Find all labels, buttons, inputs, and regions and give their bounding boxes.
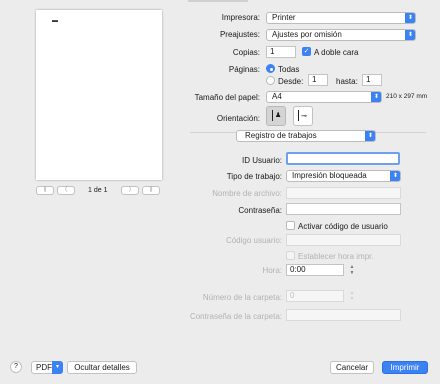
page-preview: ▬ (36, 10, 162, 180)
set-time-checkbox (286, 251, 295, 260)
chevron-updown-icon: ⬍ (390, 171, 400, 181)
last-page-button[interactable]: ⟫ (142, 186, 160, 195)
paper-size-label: Tamaño del papel: (194, 93, 260, 102)
prev-page-button[interactable]: ⟨ (57, 186, 75, 195)
job-type-select[interactable]: Impresión bloqueada ⬍ (286, 170, 401, 182)
orientation-label: Orientación: (216, 114, 260, 123)
pages-from-label: Desde: (278, 77, 304, 86)
person-icon: ♟ (275, 112, 282, 119)
copies-field[interactable]: 1 (266, 46, 296, 58)
printer-select[interactable]: Printer ⬍ (266, 12, 416, 24)
pdf-label: PDF (36, 363, 52, 372)
job-type-value: Impresión bloqueada (292, 171, 367, 180)
orientation-portrait-button[interactable]: ♟ (266, 106, 286, 126)
chevron-down-icon: ▾ (52, 361, 63, 374)
presets-label: Preajustes: (219, 30, 260, 39)
pages-to-field[interactable]: 1 (362, 74, 382, 86)
duplex-label: A doble cara (314, 48, 359, 57)
pages-all-label: Todas (278, 65, 300, 74)
printer-label: Impresora: (221, 13, 260, 22)
folder-number-field: 0 (286, 290, 344, 302)
paper-size-select[interactable]: A4 ⬍ (266, 91, 382, 103)
pages-label: Páginas: (228, 65, 260, 74)
time-label: Hora: (262, 266, 282, 275)
pages-all-radio[interactable] (266, 64, 275, 73)
presets-select[interactable]: Ajustes por omisión ⬍ (266, 29, 416, 41)
printer-value: Printer (272, 13, 296, 22)
orientation-landscape-button[interactable]: ⊸ (293, 106, 313, 126)
help-button[interactable]: ? (10, 361, 22, 373)
folder-number-stepper: ▲ ▼ (349, 290, 355, 302)
print-button[interactable]: Imprimir (382, 361, 428, 374)
first-page-button[interactable]: ⟪ (36, 186, 54, 195)
chevron-updown-icon: ⬍ (405, 13, 415, 23)
time-field[interactable]: 0:00 (286, 264, 344, 276)
folder-password-label: Contraseña de la carpeta: (189, 312, 282, 321)
pages-from-field[interactable]: 1 (308, 74, 328, 86)
user-code-checkbox[interactable] (286, 221, 295, 230)
page-counter: 1 de 1 (88, 187, 108, 194)
copies-label: Copias: (232, 48, 260, 57)
filename-field (286, 187, 401, 199)
folder-password-field (286, 309, 401, 321)
section-select[interactable]: Registro de trabajos ⬍ (236, 130, 376, 142)
paper-size-value: A4 (272, 92, 282, 101)
chevron-updown-icon: ⬍ (371, 92, 381, 102)
cancel-button[interactable]: Cancelar (330, 361, 374, 374)
next-page-button[interactable]: ⟩ (121, 186, 139, 195)
filename-label: Nombre de archivo: (212, 189, 282, 198)
duplex-checkbox[interactable]: ✓ (302, 47, 311, 56)
user-code-toggle-label: Activar código de usuario (298, 222, 388, 231)
pages-to-label: hasta: (336, 77, 358, 86)
pages-range-radio[interactable] (266, 76, 275, 85)
folder-number-label: Número de la carpeta: (202, 293, 282, 302)
user-id-label: ID Usuario: (241, 156, 282, 165)
password-field[interactable] (286, 203, 401, 215)
time-stepper[interactable]: ▲ ▼ (348, 264, 356, 276)
section-value: Registro de trabajos (245, 131, 317, 140)
user-code-field (286, 234, 401, 246)
job-type-label: Tipo de trabajo: (226, 172, 282, 181)
chevron-updown-icon: ⬍ (405, 30, 415, 40)
presets-value: Ajustes por omisión (272, 30, 342, 39)
page-preview-mark: ▬ (52, 18, 58, 24)
user-id-field[interactable] (286, 152, 400, 165)
person-rotated-icon: ⊸ (301, 113, 307, 120)
top-tab-stub (188, 0, 248, 2)
user-code-label: Código usuario: (225, 236, 282, 245)
pdf-menu-button[interactable]: PDF ▾ (31, 361, 63, 374)
paper-dims: 210 x 297 mm (386, 93, 428, 100)
set-time-label: Establecer hora impr. (298, 252, 374, 261)
hide-details-button[interactable]: Ocultar detalles (67, 361, 137, 374)
chevron-updown-icon: ⬍ (365, 131, 375, 141)
password-label: Contraseña: (238, 206, 282, 215)
